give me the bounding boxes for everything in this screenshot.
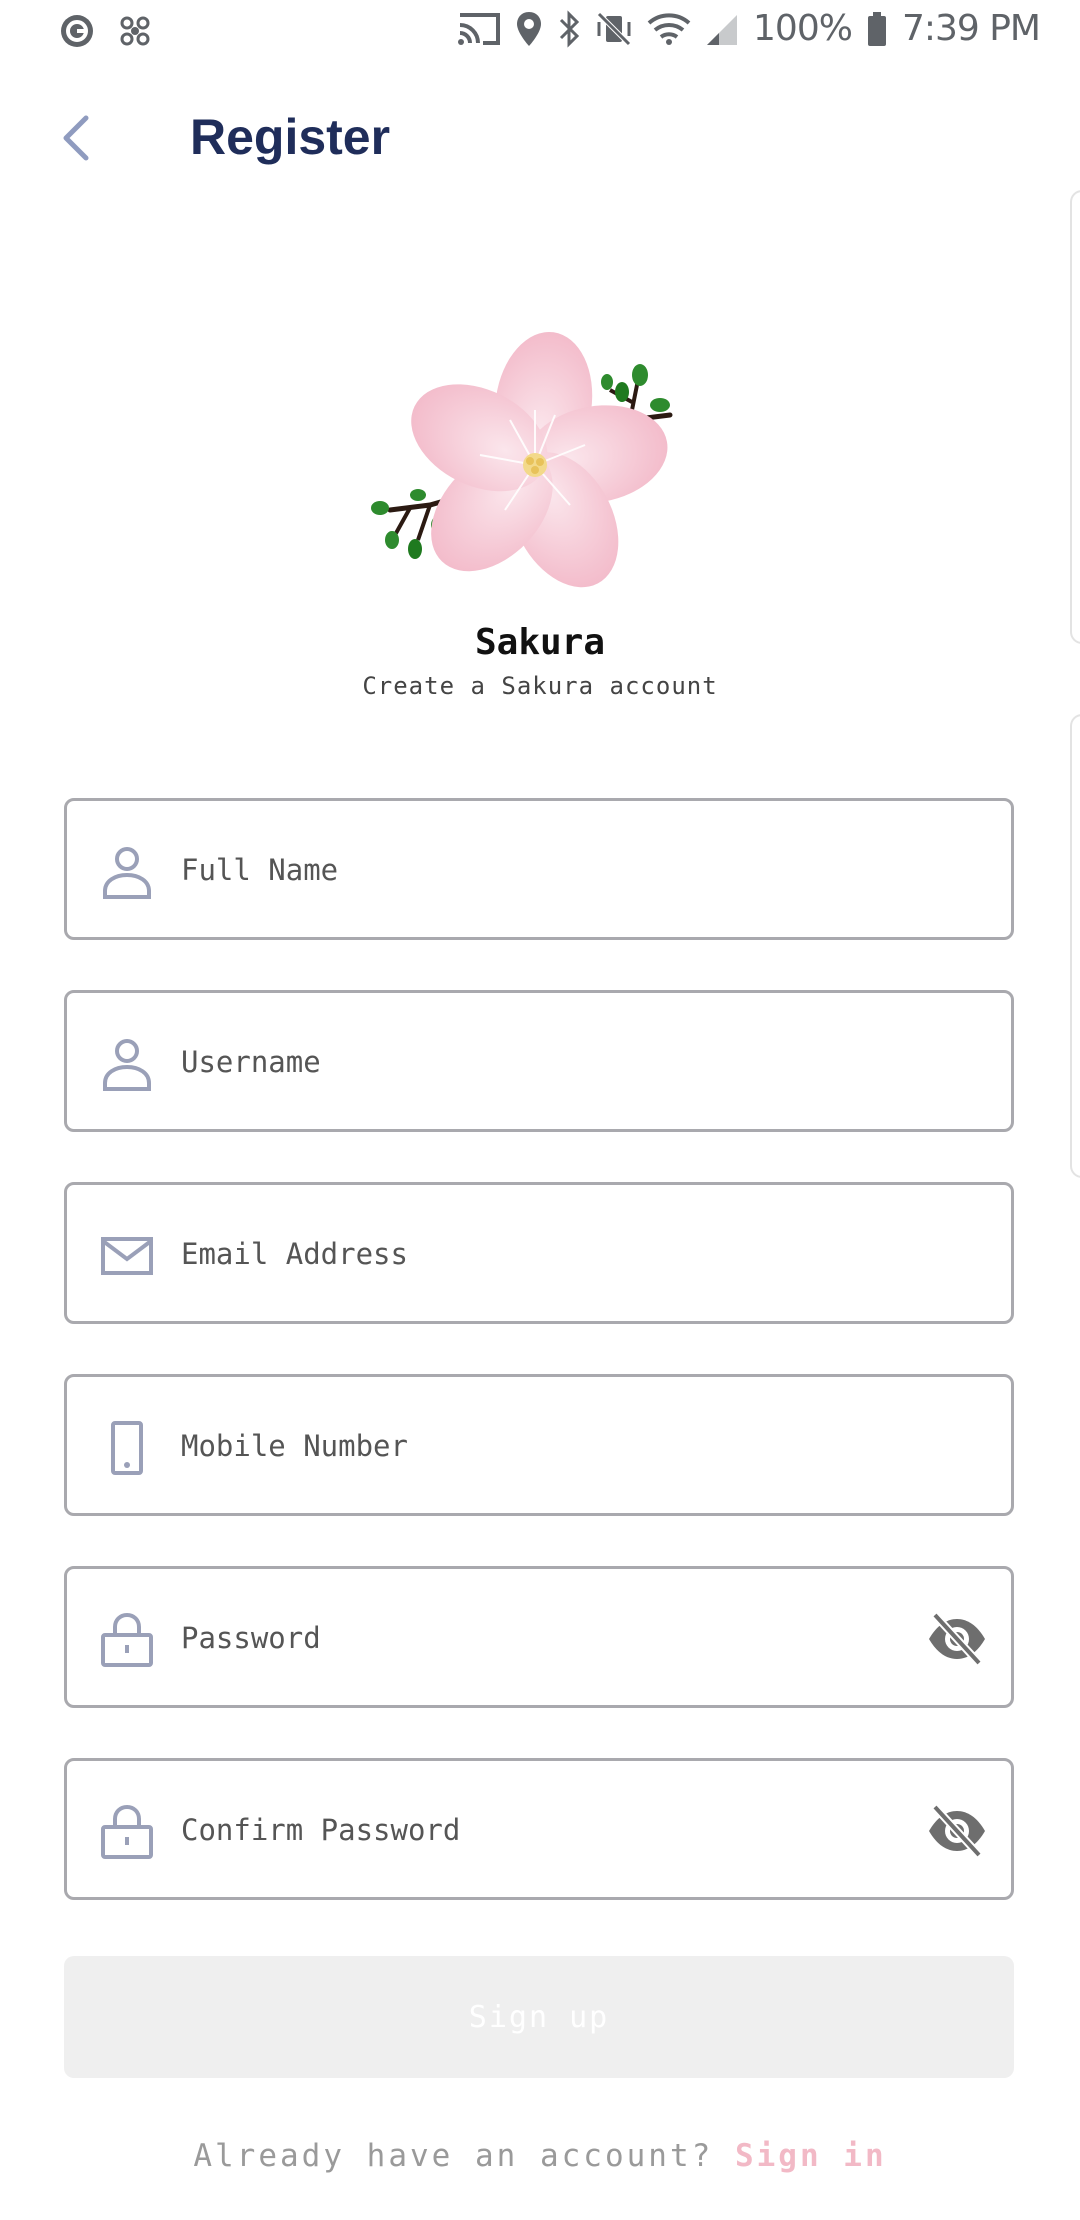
confirm-password-input[interactable] bbox=[179, 1761, 883, 1899]
email-field[interactable] bbox=[64, 1182, 1014, 1324]
lock-icon bbox=[101, 1804, 153, 1859]
sakura-flower-logo bbox=[371, 331, 673, 588]
page-title: Register bbox=[190, 109, 391, 165]
fan-icon bbox=[120, 16, 150, 46]
clock: 7:39 PM bbox=[901, 8, 1041, 49]
bluetooth-icon bbox=[559, 9, 580, 48]
mobile-field[interactable] bbox=[64, 1374, 1014, 1516]
username-input[interactable] bbox=[179, 993, 883, 1131]
app-bar: Register bbox=[0, 90, 1080, 186]
back-arrow-icon[interactable] bbox=[52, 110, 102, 166]
side-panel-handle-top[interactable] bbox=[1070, 190, 1080, 644]
full-name-input[interactable] bbox=[179, 801, 883, 939]
signin-prompt-text: Already have an account? bbox=[193, 2138, 714, 2174]
battery-icon bbox=[867, 11, 886, 46]
brand-name: Sakura bbox=[474, 622, 606, 663]
username-field[interactable] bbox=[64, 990, 1014, 1132]
person-icon bbox=[103, 847, 151, 899]
person-icon bbox=[103, 1039, 151, 1091]
location-icon bbox=[517, 11, 542, 46]
battery-percent: 100% bbox=[753, 8, 853, 49]
brand-tagline: Create a Sakura account bbox=[362, 672, 718, 700]
signin-prompt: Already have an account? Sign in bbox=[0, 2138, 1080, 2174]
email-input[interactable] bbox=[179, 1185, 883, 1323]
visibility-off-icon[interactable] bbox=[927, 1803, 987, 1859]
notification-g-icon bbox=[61, 15, 93, 47]
lock-icon bbox=[101, 1612, 153, 1667]
password-input[interactable] bbox=[179, 1569, 883, 1707]
side-panel-handle-bottom[interactable] bbox=[1070, 714, 1080, 1178]
sign-in-link[interactable]: Sign in bbox=[735, 2138, 887, 2174]
phone-icon bbox=[111, 1421, 143, 1475]
signal-icon bbox=[707, 14, 738, 45]
confirm-password-field[interactable] bbox=[64, 1758, 1014, 1900]
password-field[interactable] bbox=[64, 1566, 1014, 1708]
visibility-off-icon[interactable] bbox=[927, 1611, 987, 1667]
mute-vibrate-icon bbox=[597, 11, 631, 46]
wifi-icon bbox=[647, 12, 691, 45]
sign-up-button[interactable]: Sign up bbox=[64, 1956, 1014, 2078]
flower-petals bbox=[411, 331, 668, 588]
full-name-field[interactable] bbox=[64, 798, 1014, 940]
mobile-input[interactable] bbox=[179, 1377, 883, 1515]
status-bar: 100% 7:39 PM bbox=[0, 0, 1080, 66]
envelope-icon bbox=[101, 1237, 153, 1275]
cast-icon bbox=[458, 12, 501, 45]
